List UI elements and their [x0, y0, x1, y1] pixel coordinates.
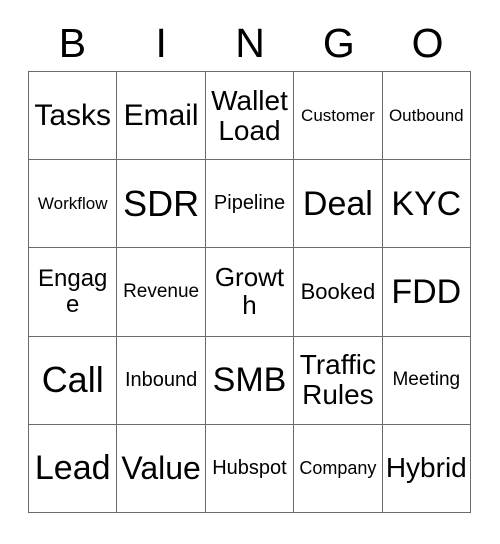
bingo-cell-label: Outbound [388, 105, 464, 125]
bingo-cell-label: Deal [302, 184, 373, 223]
bingo-cell-i4[interactable]: Inbound [117, 336, 206, 425]
bingo-cell-label: Booked [300, 279, 376, 305]
bingo-cell-label: Hybrid [385, 452, 467, 484]
bingo-cell-g3[interactable]: Booked [294, 248, 383, 337]
bingo-header-letter-n: N [235, 20, 265, 66]
bingo-cell-i1[interactable]: Email [117, 72, 206, 161]
bingo-cell-label: Engage [37, 265, 108, 318]
bingo-cell-label: FDD [391, 272, 462, 311]
bingo-cell-label: KYC [391, 184, 462, 223]
bingo-header-letter-o: O [411, 20, 444, 66]
bingo-cell-label: Company [299, 457, 377, 478]
bingo-cell-i3[interactable]: Revenue [117, 248, 206, 337]
bingo-cell-label: Meeting [392, 369, 461, 391]
bingo-cell-label: Email [123, 98, 199, 132]
bingo-cell-n3[interactable]: Growth [205, 248, 295, 337]
bingo-cell-b3[interactable]: Engage [29, 248, 118, 337]
bingo-cell-n5[interactable]: Hubspot [205, 424, 295, 513]
bingo-cell-label: Call [41, 358, 104, 400]
bingo-cell-n1[interactable]: Wallet Load [205, 72, 295, 161]
bingo-cell-o4[interactable]: Meeting [382, 336, 471, 425]
bingo-cell-label: Lead [34, 449, 111, 488]
bingo-cell-label: Tasks [34, 98, 112, 132]
bingo-cell-label: Workflow [37, 193, 108, 213]
bingo-header-letter-b: B [58, 20, 87, 66]
bingo-cell-n2[interactable]: Pipeline [205, 160, 295, 249]
bingo-card: B I N G O Tasks Email Wallet Load Custom… [0, 0, 500, 544]
bingo-cell-g4[interactable]: Traffic Rules [294, 336, 383, 425]
bingo-cell-o1[interactable]: Outbound [382, 72, 471, 161]
bingo-grid: Tasks Email Wallet Load Customer Outboun… [28, 71, 471, 513]
bingo-cell-label: Value [121, 450, 201, 487]
bingo-cell-o3[interactable]: FDD [382, 248, 471, 337]
bingo-cell-i5[interactable]: Value [117, 424, 206, 513]
bingo-cell-label: Revenue [123, 280, 200, 302]
bingo-cell-b2[interactable]: Workflow [29, 160, 118, 249]
bingo-cell-b4[interactable]: Call [29, 336, 118, 425]
bingo-cell-label: Growth [214, 262, 285, 320]
bingo-cell-i2[interactable]: SDR [117, 160, 206, 249]
bingo-header-letter-g: G [322, 20, 355, 66]
bingo-header-row: B I N G O [28, 16, 472, 71]
bingo-cell-label: SMB [212, 361, 287, 399]
bingo-cell-label: Customer [301, 105, 375, 125]
bingo-cell-g2[interactable]: Deal [294, 160, 383, 249]
bingo-cell-label: Wallet Load [211, 84, 288, 146]
bingo-cell-b1[interactable]: Tasks [29, 72, 118, 161]
bingo-cell-g5[interactable]: Company [294, 424, 383, 513]
bingo-cell-label: Pipeline [213, 192, 286, 215]
bingo-header-letter-i: I [155, 20, 167, 66]
bingo-cell-o2[interactable]: KYC [382, 160, 471, 249]
bingo-cell-g1[interactable]: Customer [294, 72, 383, 161]
bingo-cell-label: Traffic Rules [299, 349, 376, 411]
bingo-cell-label: Inbound [124, 368, 198, 391]
bingo-cell-n4[interactable]: SMB [205, 336, 295, 425]
bingo-cell-label: Hubspot [212, 456, 287, 479]
bingo-cell-b5[interactable]: Lead [29, 424, 118, 513]
bingo-cell-o5[interactable]: Hybrid [382, 424, 471, 513]
bingo-cell-label: SDR [123, 182, 200, 224]
